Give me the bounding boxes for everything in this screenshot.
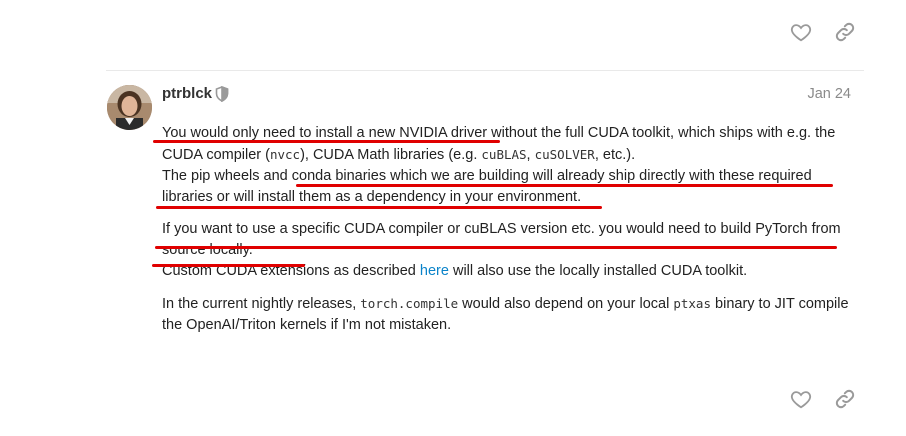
inline-code: nvcc bbox=[269, 147, 301, 162]
inline-code: cuBLAS bbox=[481, 147, 527, 162]
paragraph-2: If you want to use a specific CUDA compi… bbox=[162, 219, 852, 282]
text: would also depend on your local bbox=[458, 296, 674, 312]
here-link[interactable]: here bbox=[420, 263, 449, 279]
inline-code: ptxas bbox=[673, 296, 711, 311]
text: If you want to use a specific CUDA compi… bbox=[162, 221, 841, 258]
like-button[interactable] bbox=[790, 21, 812, 43]
text: will also use the locally installed CUDA… bbox=[448, 263, 748, 279]
annotation-underline bbox=[152, 264, 305, 267]
paragraph-1: You would only need to install a new NVI… bbox=[162, 123, 852, 208]
like-button[interactable] bbox=[790, 388, 812, 410]
text: , bbox=[526, 147, 535, 163]
annotation-underline bbox=[156, 206, 602, 209]
username[interactable]: ptrblck bbox=[162, 85, 212, 102]
heart-icon bbox=[790, 24, 812, 42]
copy-link-button[interactable] bbox=[834, 21, 856, 43]
shield-icon bbox=[215, 86, 229, 102]
heart-icon bbox=[790, 391, 812, 409]
text: ), CUDA Math libraries (e.g. bbox=[300, 147, 482, 163]
annotation-underline bbox=[153, 140, 500, 143]
avatar-image bbox=[107, 85, 152, 130]
paragraph-3: In the current nightly releases, torch.c… bbox=[162, 293, 852, 336]
avatar[interactable] bbox=[107, 85, 152, 130]
text: The pip wheels and bbox=[162, 168, 292, 184]
post-date[interactable]: Jan 24 bbox=[807, 86, 851, 102]
text: In the current nightly releases, bbox=[162, 296, 361, 312]
copy-link-button[interactable] bbox=[834, 388, 856, 410]
annotation-underline bbox=[296, 184, 833, 187]
link-icon bbox=[835, 22, 855, 42]
text: You would only need to install a new NVI… bbox=[162, 125, 488, 141]
inline-code: torch.compile bbox=[360, 296, 459, 311]
link-icon bbox=[835, 389, 855, 409]
inline-code: cuSOLVER bbox=[534, 147, 595, 162]
annotation-underline bbox=[155, 246, 837, 249]
post-body: You would only need to install a new NVI… bbox=[162, 123, 852, 347]
post-divider bbox=[106, 70, 864, 71]
text: , etc.). bbox=[594, 147, 636, 163]
